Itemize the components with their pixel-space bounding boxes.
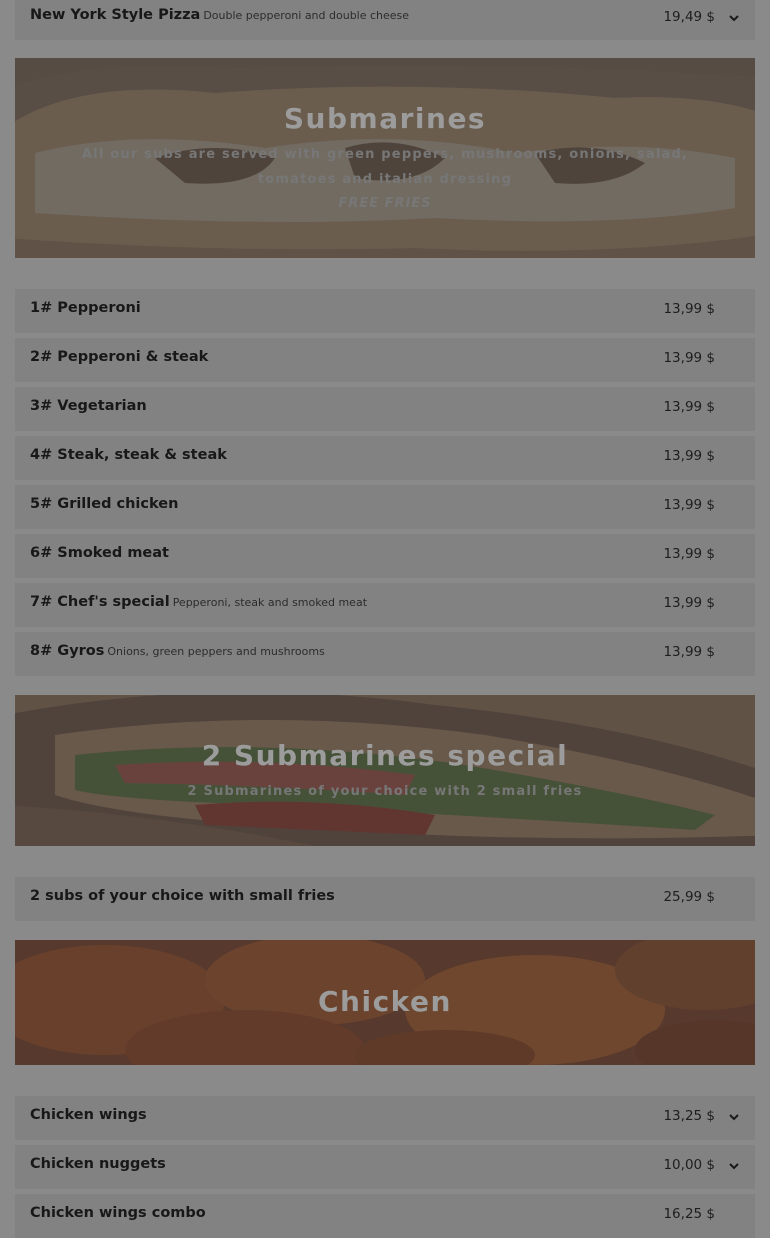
menu-page: New York Style Pizza Double pepperoni and…: [0, 0, 770, 1238]
chevron-down-icon[interactable]: [727, 1159, 741, 1173]
item-name: 2# Pepperoni & steak: [30, 349, 209, 365]
chevron-down-icon[interactable]: [727, 11, 741, 25]
menu-item-new-york-style-pizza[interactable]: New York Style Pizza Double pepperoni and…: [15, 0, 755, 40]
section-title: Chicken: [318, 985, 452, 1018]
item-price: 13,99 $: [663, 644, 715, 660]
item-name: 5# Grilled chicken: [30, 496, 179, 512]
menu-item[interactable]: 7# Chef's special Pepperoni, steak and sm…: [15, 583, 755, 627]
chicken-banner: Chicken: [15, 940, 755, 1065]
section-subtitle: 2 Submarines of your choice with 2 small…: [187, 784, 583, 799]
menu-item-chicken-wings[interactable]: Chicken wings 13,25 $: [15, 1096, 755, 1140]
item-name: Chicken wings: [30, 1107, 147, 1123]
menu-item[interactable]: 8# Gyros Onions, green peppers and mushro…: [15, 632, 755, 676]
item-price: 13,99 $: [663, 448, 715, 464]
item-description: Onions, green peppers and mushrooms: [107, 645, 325, 658]
item-price: 13,99 $: [663, 399, 715, 415]
item-name: 2 subs of your choice with small fries: [30, 888, 335, 904]
item-price: 13,99 $: [663, 497, 715, 513]
submarines-banner: Submarines All our subs are served with …: [15, 58, 755, 258]
item-name: 3# Vegetarian: [30, 398, 147, 414]
item-price: 13,99 $: [663, 546, 715, 562]
item-name: 1# Pepperoni: [30, 300, 141, 316]
item-name: New York Style Pizza Double pepperoni and…: [30, 7, 410, 23]
menu-item[interactable]: 5# Grilled chicken 13,99 $: [15, 485, 755, 529]
section-title: 2 Submarines special: [201, 739, 569, 772]
item-description: Pepperoni, steak and smoked meat: [172, 596, 368, 609]
section-note: FREE FRIES: [338, 196, 432, 211]
item-name: 6# Smoked meat: [30, 545, 169, 561]
item-name: Chicken nuggets: [30, 1156, 166, 1172]
item-name: Chicken wings combo: [30, 1205, 206, 1221]
section-title: Submarines: [283, 102, 487, 135]
menu-item[interactable]: 3# Vegetarian 13,99 $: [15, 387, 755, 431]
menu-item[interactable]: 4# Steak, steak & steak 13,99 $: [15, 436, 755, 480]
item-price: 19,49 $: [663, 9, 715, 25]
menu-item[interactable]: 2# Pepperoni & steak 13,99 $: [15, 338, 755, 382]
section-subtitle: All our subs are served with green peppe…: [81, 147, 689, 187]
menu-item[interactable]: 1# Pepperoni 13,99 $: [15, 289, 755, 333]
menu-item-2-subs[interactable]: 2 subs of your choice with small fries 2…: [15, 877, 755, 921]
item-name: 7# Chef's special Pepperoni, steak and sm…: [30, 594, 368, 610]
special-banner: 2 Submarines special 2 Submarines of you…: [15, 695, 755, 846]
item-price: 13,99 $: [663, 301, 715, 317]
item-price: 13,99 $: [663, 350, 715, 366]
item-price: 10,00 $: [663, 1157, 715, 1173]
item-price: 13,25 $: [663, 1108, 715, 1124]
item-price: 13,99 $: [663, 595, 715, 611]
menu-item-chicken-wings-combo[interactable]: Chicken wings combo 16,25 $: [15, 1194, 755, 1238]
menu-item[interactable]: 6# Smoked meat 13,99 $: [15, 534, 755, 578]
item-name: 8# Gyros Onions, green peppers and mushro…: [30, 643, 325, 659]
chevron-down-icon[interactable]: [727, 1110, 741, 1124]
item-name: 4# Steak, steak & steak: [30, 447, 227, 463]
menu-item-chicken-nuggets[interactable]: Chicken nuggets 10,00 $: [15, 1145, 755, 1189]
item-description: Double pepperoni and double cheese: [203, 9, 410, 22]
item-price: 16,25 $: [663, 1206, 715, 1222]
item-price: 25,99 $: [663, 889, 715, 905]
